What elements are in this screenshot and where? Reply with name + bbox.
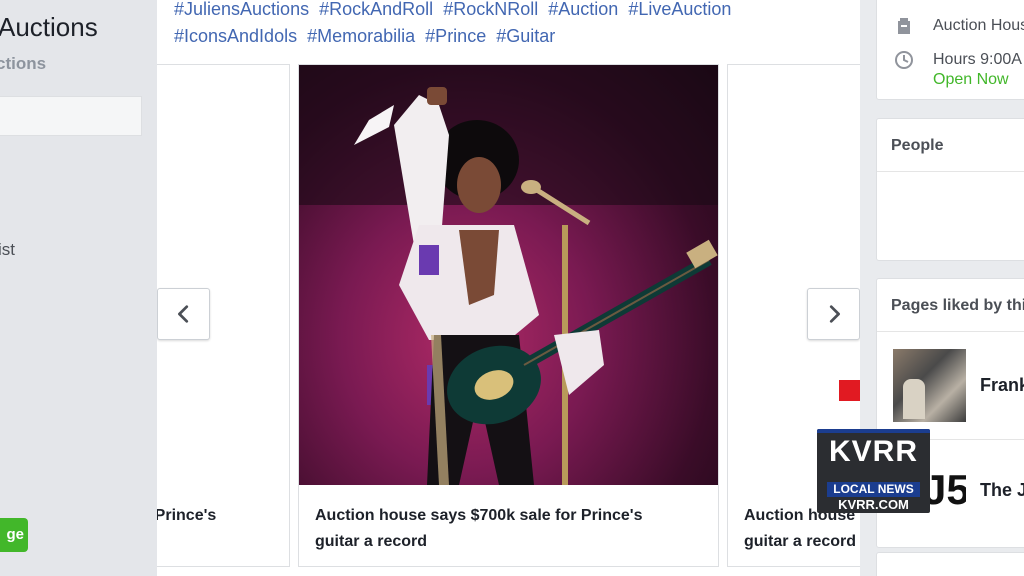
carousel-image[interactable]: [728, 65, 860, 485]
chevron-left-icon: [177, 305, 188, 323]
caption-line-1[interactable]: Auction house says $700k sale for Prince…: [315, 503, 643, 529]
chevron-right-icon: [829, 305, 840, 323]
sidebar-item[interactable]: ist: [0, 240, 15, 260]
pages-liked-title[interactable]: Pages liked by thi: [891, 297, 1024, 315]
liked-page-name[interactable]: Frank: [980, 375, 1024, 396]
like-page-button-label: ge: [6, 526, 24, 543]
carousel-card-current[interactable]: Auction house says $700k sale for Prince…: [298, 64, 719, 567]
hashtag-link[interactable]: #RockNRoll: [443, 0, 538, 19]
hashtag-link[interactable]: #IconsAndIdols: [174, 26, 297, 46]
auction-house-icon: [893, 15, 915, 37]
hashtag-link[interactable]: #Memorabilia: [307, 26, 415, 46]
hashtag-link[interactable]: #LiveAuction: [628, 0, 731, 19]
caption-line-2[interactable]: guitar a record: [315, 529, 643, 555]
page-title[interactable]: Auctions: [0, 12, 98, 43]
hashtag-link[interactable]: #Guitar: [496, 26, 555, 46]
page-subtitle[interactable]: ctions: [0, 54, 46, 74]
left-sidebar: Auctions ctions ist ge: [0, 0, 157, 576]
kvrr-watermark-logo: KVRR LOCAL NEWS KVRR.COM: [817, 429, 930, 513]
post-card: #JuliensAuctions #RockAndRoll #RockNRoll…: [157, 0, 860, 576]
carousel-caption[interactable]: Auction house says $700k sale for Prince…: [315, 503, 643, 555]
caption-line-2[interactable]: guitar a record: [744, 529, 856, 555]
carousel-caption[interactable]: r Prince's: [157, 503, 216, 529]
clock-icon: [893, 49, 915, 71]
hashtag-link[interactable]: #Auction: [548, 0, 618, 19]
prince-concert-photo[interactable]: [299, 65, 718, 485]
station-name: KVRR: [828, 435, 918, 468]
liked-page-item[interactable]: Frank: [893, 349, 1024, 422]
liked-page-thumbnail[interactable]: [893, 349, 966, 422]
about-card: Auction Hous Hours 9:00A Open Now: [876, 0, 1024, 100]
search-input[interactable]: [0, 96, 142, 136]
hashtag-link[interactable]: #Prince: [425, 26, 486, 46]
category-text[interactable]: Auction Hous: [933, 17, 1024, 35]
carousel-image[interactable]: [157, 65, 289, 485]
next-card: [876, 552, 1024, 576]
post-hashtags: #JuliensAuctions #RockAndRoll #RockNRoll…: [174, 0, 834, 50]
category-row: Auction Hous: [893, 15, 1024, 37]
liked-page-name[interactable]: The J: [980, 480, 1024, 501]
open-now-status: Open Now: [933, 71, 1009, 88]
divider: [877, 171, 1024, 172]
carousel-next-button[interactable]: [807, 288, 860, 340]
station-tagline: LOCAL NEWS: [827, 482, 920, 497]
hashtag-link[interactable]: #RockAndRoll: [319, 0, 433, 19]
people-title[interactable]: People: [891, 137, 943, 155]
hashtag-link[interactable]: #JuliensAuctions: [174, 0, 309, 19]
hours-text[interactable]: Hours 9:00A: [933, 51, 1022, 69]
like-page-button[interactable]: ge: [0, 518, 28, 552]
red-marker: [839, 380, 860, 401]
performer-illustration: [299, 65, 718, 485]
hours-row: Hours 9:00A: [893, 49, 1022, 71]
people-card: People: [876, 118, 1024, 261]
divider: [877, 331, 1024, 332]
carousel-previous-button[interactable]: [157, 288, 210, 340]
station-url: KVRR.COM: [838, 497, 909, 512]
